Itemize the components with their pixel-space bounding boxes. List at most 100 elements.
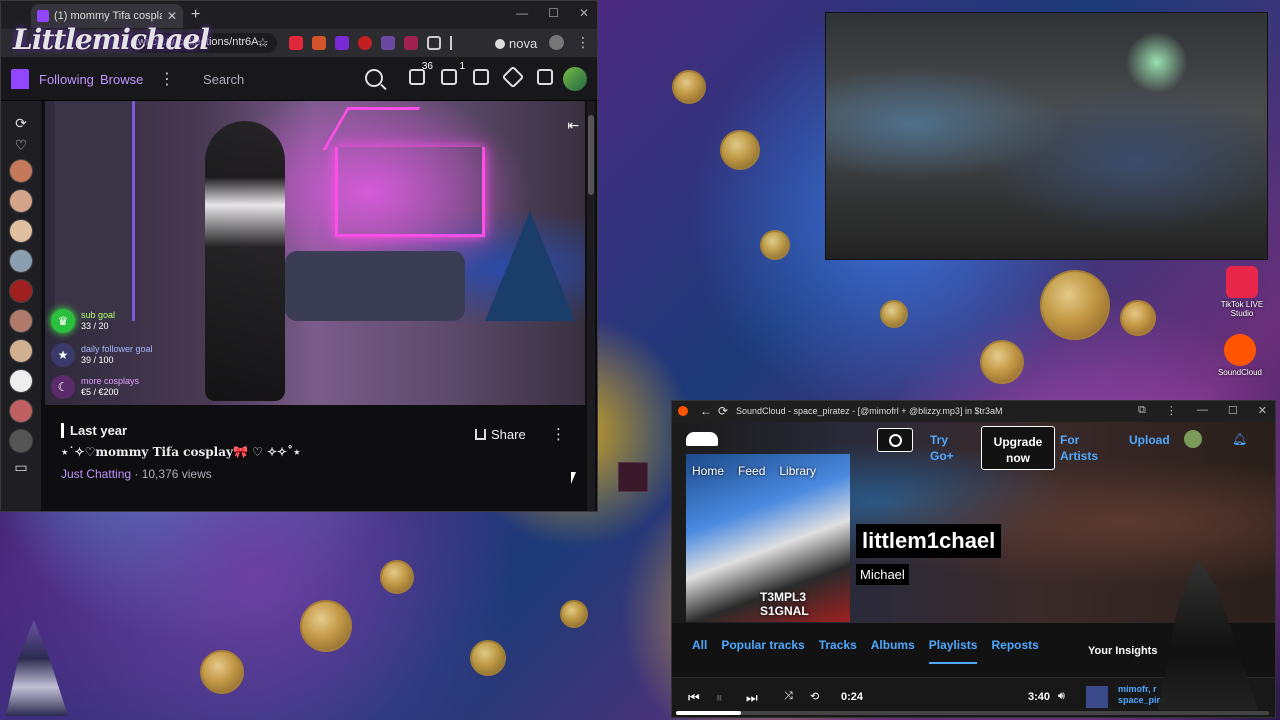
upload-link[interactable]: Upload — [1129, 433, 1170, 447]
new-tab-icon[interactable]: + — [191, 6, 200, 24]
category-link[interactable]: Just Chatting — [61, 467, 131, 481]
goal-progress: €5 / €200 — [81, 387, 119, 397]
soundcloud-logo-icon[interactable] — [686, 432, 718, 446]
nav-library[interactable]: Library — [779, 464, 816, 478]
extension-icon[interactable] — [404, 36, 418, 50]
extension-icon[interactable] — [289, 36, 303, 50]
pause-icon[interactable]: ⏸ — [716, 690, 723, 706]
track-info[interactable]: mimofr, r space_pira — [1118, 684, 1165, 706]
notifications-icon[interactable]: 36 — [409, 61, 433, 85]
extensions-bar — [289, 36, 454, 50]
volume-icon[interactable]: 🔊︎ — [1058, 690, 1065, 703]
browser-menu-icon[interactable]: ⋮ — [576, 34, 590, 51]
close-window-icon[interactable]: ✕ — [1258, 404, 1267, 417]
try-go-plus-link[interactable]: Try Go+ — [930, 432, 966, 464]
nav-feed[interactable]: Feed — [738, 464, 765, 478]
window-controls: — ☐ ✕ — [516, 6, 589, 20]
followed-channel-avatar[interactable] — [9, 369, 33, 393]
search-input[interactable]: Search — [203, 72, 244, 87]
soundcloud-titlebar: ← ⟳ SoundCloud - space_piratez - [@mimof… — [672, 401, 1275, 422]
upgrade-button[interactable]: Upgrade now — [981, 426, 1055, 470]
search-icon[interactable] — [877, 428, 913, 452]
extension-icon[interactable] — [335, 36, 349, 50]
webcam-feed — [825, 12, 1268, 260]
share-button[interactable]: Share — [475, 427, 526, 442]
page-scrollbar[interactable] — [587, 101, 595, 511]
extension-icon[interactable] — [312, 36, 326, 50]
prime-crown-icon[interactable] — [501, 65, 525, 89]
tab-popular-tracks[interactable]: Popular tracks — [721, 638, 804, 652]
profile-avatar[interactable] — [549, 35, 564, 50]
mouse-cursor — [571, 472, 576, 484]
menu-icon[interactable]: ⋮ — [1166, 404, 1177, 417]
extension-icon[interactable] — [381, 36, 395, 50]
shortcut-label: SoundCloud — [1217, 368, 1263, 377]
artwork-text: T3MPL3 S1GNAL — [760, 590, 809, 618]
tiktok-live-shortcut[interactable]: TikTok LIVE Studio — [1214, 266, 1270, 318]
followed-channel-avatar[interactable] — [9, 189, 33, 213]
back-arrow-icon[interactable]: ← — [700, 404, 712, 418]
close-tab-icon[interactable]: ✕ — [167, 9, 177, 23]
scrollbar-thumb[interactable] — [588, 115, 594, 195]
followed-channel-avatar[interactable] — [9, 279, 33, 303]
tab-all[interactable]: All — [692, 638, 707, 652]
tab-playlists[interactable]: Playlists — [928, 638, 977, 664]
repeat-icon[interactable]: ⟲ — [810, 690, 819, 703]
minimize-icon[interactable]: — — [516, 6, 528, 20]
minimize-icon[interactable]: — — [1197, 404, 1208, 417]
followed-channel-avatar[interactable] — [9, 159, 33, 183]
inbox-icon[interactable]: 1 — [441, 61, 465, 85]
bits-icon[interactable] — [537, 69, 553, 85]
soundcloud-header: Home Feed Library Try Go+ Upgrade now Fo… — [672, 422, 1275, 482]
user-avatar[interactable] — [563, 67, 587, 91]
notifications-bell-icon[interactable]: 🔔︎ — [1232, 432, 1247, 446]
search-icon[interactable] — [365, 69, 383, 87]
close-window-icon[interactable]: ✕ — [579, 6, 589, 20]
twitch-logo-icon[interactable] — [11, 69, 29, 89]
shuffle-icon[interactable]: ⤨ — [784, 690, 793, 703]
soundcloud-shortcut[interactable]: SoundCloud — [1212, 334, 1268, 377]
video-date: Last year — [61, 423, 127, 438]
tab-albums[interactable]: Albums — [871, 638, 915, 652]
video-player[interactable]: ⇤ ♛ sub goal 33 / 20 ★ daily follower goa… — [45, 101, 585, 405]
video-meta: Just Chatting · 10,376 views — [61, 467, 212, 481]
followed-channel-avatar[interactable] — [9, 429, 33, 453]
desktop-thumbnail[interactable] — [618, 462, 648, 492]
extension-icon[interactable] — [358, 36, 372, 50]
nav-browse[interactable]: Browse — [100, 72, 143, 87]
refresh-icon[interactable]: ⟳ — [13, 115, 29, 131]
whispers-icon[interactable] — [473, 69, 489, 85]
playback-progress[interactable] — [676, 711, 1269, 715]
track-thumbnail[interactable] — [1086, 686, 1108, 708]
reload-icon[interactable]: ⟳ — [718, 404, 728, 418]
extensions-icon[interactable]: ⧉ — [1138, 404, 1146, 417]
followed-channel-avatar[interactable] — [9, 309, 33, 333]
for-artists-link[interactable]: For Artists — [1060, 432, 1110, 464]
sidebar-toggle-icon[interactable] — [450, 36, 454, 50]
maximize-icon[interactable]: ☐ — [1228, 404, 1238, 417]
maximize-icon[interactable]: ☐ — [548, 6, 559, 20]
browser-window: (1) mommy Tifa cosplay ✕ + — ☐ ✕ twitch.… — [0, 0, 598, 512]
followed-channel-avatar[interactable] — [9, 219, 33, 243]
window-controls: ⧉ ⋮ — ☐ ✕ — [1138, 404, 1267, 417]
collapse-icon[interactable]: ⇤ — [567, 117, 579, 134]
nova-extension[interactable]: nova — [495, 36, 537, 51]
previous-track-icon[interactable]: ⏮ — [688, 690, 700, 706]
puzzle-icon[interactable] — [427, 36, 441, 50]
nav-home[interactable]: Home — [692, 464, 724, 478]
bookmark-star-icon[interactable]: ☆ — [257, 35, 269, 51]
next-track-icon[interactable]: ⏭ — [746, 690, 758, 706]
user-avatar[interactable] — [1184, 430, 1202, 448]
followed-channel-avatar[interactable] — [9, 339, 33, 363]
your-insights-link[interactable]: Your Insights — [1088, 645, 1157, 657]
tab-reposts[interactable]: Reposts — [991, 638, 1038, 652]
nav-following[interactable]: Following — [39, 72, 94, 87]
more-options-icon[interactable]: ⋮ — [551, 425, 566, 443]
tab-tracks[interactable]: Tracks — [819, 638, 857, 652]
heart-icon[interactable]: ♡ — [13, 137, 29, 153]
wallpaper-coin — [980, 340, 1024, 384]
followed-channel-avatar[interactable] — [9, 399, 33, 423]
followed-channel-avatar[interactable] — [9, 249, 33, 273]
video-icon[interactable]: ▭ — [13, 459, 29, 475]
more-options-icon[interactable]: ⋮ — [159, 69, 175, 89]
